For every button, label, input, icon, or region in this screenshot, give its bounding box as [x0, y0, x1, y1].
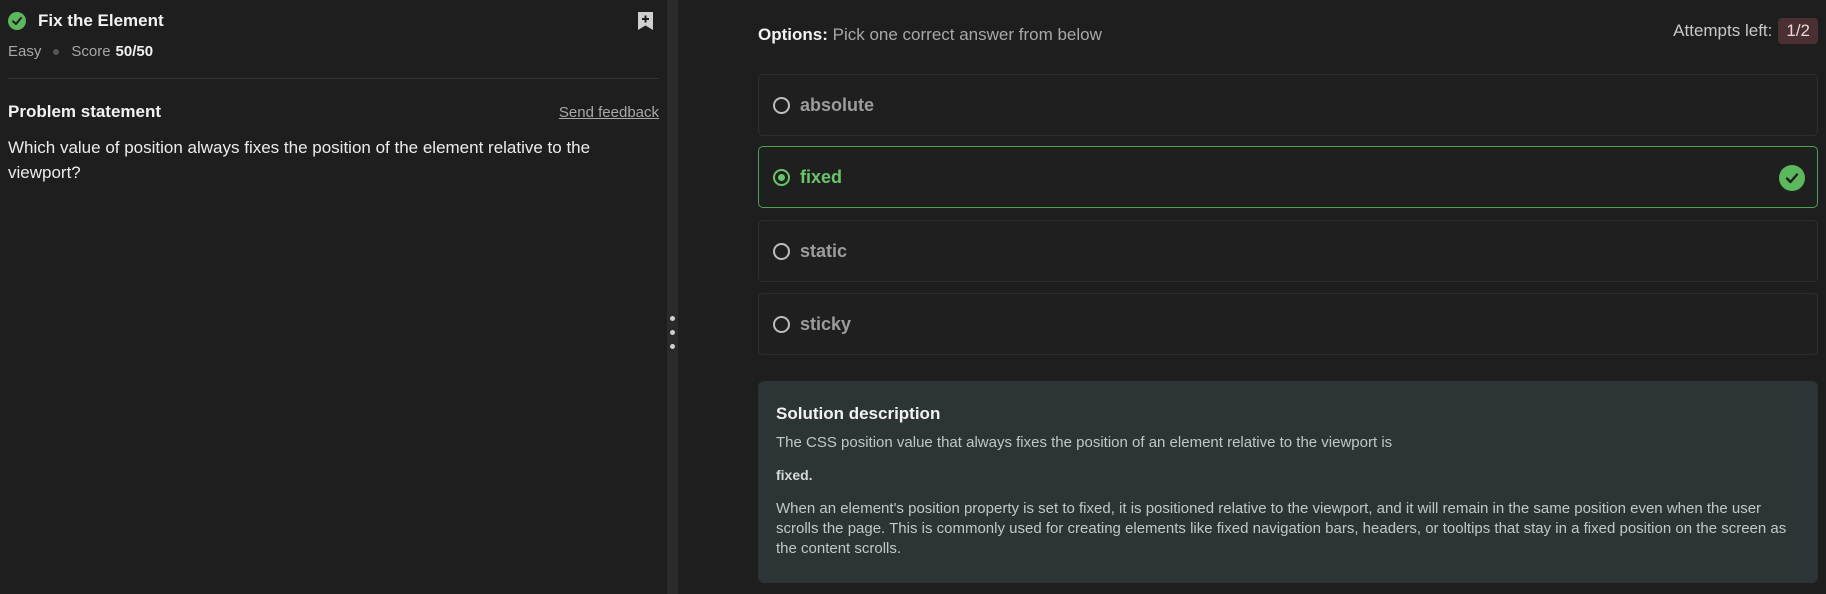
- solved-check-icon: [8, 12, 26, 30]
- option-label: fixed: [800, 166, 843, 187]
- send-feedback-link[interactable]: Send feedback: [559, 104, 659, 121]
- problem-statement-text: Which value of position always fixes the…: [8, 138, 591, 182]
- options-hint: Pick one correct answer from below: [832, 25, 1102, 44]
- option-static[interactable]: static: [758, 220, 1818, 282]
- solution-paragraph-1: The CSS position value that always fixes…: [776, 434, 1393, 451]
- attempts-indicator: Attempts left: 1/2: [1673, 18, 1818, 44]
- options-heading: Options: Pick one correct answer from be…: [758, 25, 1102, 45]
- meta-separator-dot: [53, 48, 60, 55]
- app-root: Fix the Element Easy Score 50/50 Problem…: [0, 0, 1826, 594]
- problem-statement-title: Problem statement: [8, 102, 162, 121]
- radio-button[interactable]: [773, 242, 790, 260]
- divider: [8, 78, 659, 79]
- option-label: absolute: [800, 94, 875, 115]
- correct-check-icon: [1779, 165, 1805, 191]
- problem-meta: Easy Score 50/50: [8, 43, 153, 60]
- problem-statement-header: Problem statement Send feedback: [8, 102, 659, 122]
- score-value: 50/50: [115, 43, 154, 60]
- score-label: Score: [71, 43, 111, 60]
- radio-button[interactable]: [773, 315, 790, 333]
- option-absolute[interactable]: absolute: [758, 74, 1818, 136]
- radio-button-selected[interactable]: [773, 168, 790, 186]
- vertical-dots-icon[interactable]: [670, 316, 675, 349]
- option-label: static: [800, 240, 848, 261]
- option-sticky[interactable]: sticky: [758, 293, 1818, 355]
- radio-button[interactable]: [773, 96, 790, 114]
- problem-panel: Fix the Element Easy Score 50/50 Problem…: [0, 0, 667, 594]
- solution-title: Solution description: [776, 404, 941, 423]
- problem-title-row: Fix the Element: [8, 10, 659, 32]
- attempts-badge: 1/2: [1778, 18, 1818, 44]
- solution-paragraph-2: When an element's position property is s…: [776, 500, 1787, 557]
- options-label: Options:: [758, 25, 828, 44]
- solution-answer: fixed.: [776, 467, 813, 483]
- quiz-panel: Options: Pick one correct answer from be…: [678, 0, 1826, 594]
- solution-description-card: Solution description The CSS position va…: [758, 381, 1818, 583]
- option-fixed[interactable]: fixed: [758, 146, 1818, 208]
- attempts-label: Attempts left:: [1673, 21, 1773, 40]
- problem-title: Fix the Element: [38, 11, 164, 30]
- panel-splitter[interactable]: [667, 0, 678, 594]
- option-label: sticky: [800, 313, 852, 334]
- difficulty-label: Easy: [8, 43, 42, 60]
- bookmark-plus-icon[interactable]: [635, 10, 655, 32]
